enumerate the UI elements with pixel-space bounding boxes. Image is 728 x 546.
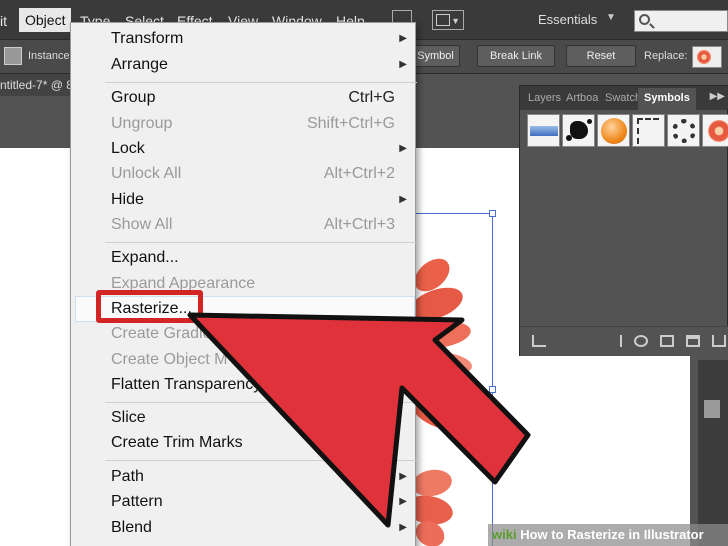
menu-item-lock[interactable]: Lock (111, 140, 145, 158)
symbol-ink-splat[interactable] (562, 114, 595, 147)
search-input[interactable] (634, 10, 728, 32)
menu-separator (105, 460, 417, 461)
flower-icon (697, 50, 711, 64)
shortcut-unlock-all: Alt+Ctrl+2 (323, 165, 395, 182)
delete-symbol-icon[interactable] (712, 335, 726, 347)
panel-tab-bar: Layers Artboa Swatch Symbols ▶▶ (520, 86, 728, 110)
symbols-panel: Layers Artboa Swatch Symbols ▶▶ (519, 85, 728, 356)
reset-button[interactable]: Reset (566, 45, 636, 67)
symbol-orange-button[interactable] (597, 114, 630, 147)
menu-item-create-gradient-mesh[interactable]: Create Gradie (111, 325, 212, 343)
symbol-dashed-frame[interactable] (632, 114, 665, 147)
place-symbol-icon[interactable] (608, 335, 622, 347)
menu-item-slice[interactable]: Slice (111, 409, 146, 427)
menu-separator (105, 242, 417, 243)
watermark-title: How to Rasterize in Illustrator (520, 527, 704, 542)
tab-symbols[interactable]: Symbols (638, 88, 696, 110)
edit-symbol-button[interactable]: Symbol (412, 45, 460, 67)
menu-item-arrange[interactable]: Arrange (111, 56, 168, 74)
menu-separator (105, 82, 417, 83)
resize-handle[interactable] (489, 210, 496, 217)
symbol-blue-bar[interactable] (527, 114, 560, 147)
menu-item-create-trim-marks[interactable]: Create Trim Marks (111, 434, 243, 452)
tab-swatches[interactable]: Swatch (605, 92, 641, 104)
vertical-scrollbar[interactable] (698, 360, 728, 546)
submenu-arrow-icon: ▶ (399, 522, 407, 533)
submenu-arrow-icon: ▶ (399, 471, 407, 482)
menu-item-path[interactable]: Path (111, 468, 144, 486)
shortcut-show-all: Alt+Ctrl+3 (323, 216, 395, 233)
watermark-brand: wiki (492, 527, 517, 542)
panel-footer (520, 326, 728, 356)
break-link-icon[interactable] (634, 335, 648, 347)
shortcut-group: Ctrl+G (348, 89, 395, 106)
rasterize-highlight-box (96, 290, 203, 323)
object-menu-dropdown: Transform ▶ Arrange ▶ Group Ctrl+G Ungro… (70, 22, 417, 546)
search-icon (639, 14, 650, 25)
symbol-ring-wreath[interactable] (667, 114, 700, 147)
tab-layers[interactable]: Layers (528, 92, 561, 104)
submenu-arrow-icon: ▶ (399, 59, 407, 70)
menu-item-expand[interactable]: Expand... (111, 249, 179, 267)
panel-collapse-icon[interactable]: ▶▶ (710, 91, 725, 102)
menu-item-hide[interactable]: Hide (111, 191, 144, 209)
menu-item-unlock-all[interactable]: Unlock All (111, 165, 181, 183)
instance-label: Instance (28, 50, 70, 62)
watermark: wiki How to Rasterize in Illustrator (488, 524, 728, 546)
resize-handle[interactable] (489, 386, 496, 393)
replace-symbol-dropdown[interactable] (692, 46, 722, 68)
menu-item-show-all[interactable]: Show All (111, 216, 172, 234)
submenu-arrow-icon: ▶ (399, 496, 407, 507)
menu-item-flatten-transparency[interactable]: Flatten Transparency (111, 376, 261, 394)
shortcut-ungroup: Shift+Ctrl+G (306, 115, 395, 132)
symbol-options-icon[interactable] (660, 335, 674, 347)
chevron-down-icon[interactable]: ▼ (606, 12, 616, 23)
document-tab-label: ntitled-7* @ 8 (0, 78, 73, 92)
symbol-libraries-icon[interactable] (532, 335, 546, 347)
menu-item-group[interactable]: Group (111, 89, 155, 107)
menu-item-create-object-mosaic[interactable]: Create Object M (111, 351, 227, 369)
break-link-button[interactable]: Break Link (477, 45, 555, 67)
replace-label: Replace: (644, 50, 688, 62)
menu-edit[interactable]: it (0, 12, 7, 30)
menu-object[interactable]: Object (19, 8, 72, 32)
menu-separator (105, 402, 417, 403)
symbol-flower[interactable] (702, 114, 728, 147)
symbols-grid (525, 114, 728, 150)
symbol-instance-icon (4, 47, 22, 65)
workspace-switcher[interactable]: Essentials (538, 12, 597, 27)
scrollbar-thumb[interactable] (704, 400, 720, 418)
submenu-arrow-icon: ▶ (399, 33, 407, 44)
tab-artboards[interactable]: Artboa (566, 92, 598, 104)
submenu-arrow-icon: ▶ (399, 143, 407, 154)
menu-item-blend[interactable]: Blend (111, 519, 152, 537)
menu-item-ungroup[interactable]: Ungroup (111, 115, 172, 133)
menu-item-pattern[interactable]: Pattern (111, 493, 163, 511)
new-symbol-icon[interactable] (686, 335, 700, 347)
submenu-arrow-icon: ▶ (399, 194, 407, 205)
menu-item-transform[interactable]: Transform (111, 30, 183, 48)
arrange-documents-icon[interactable]: ▼ (432, 10, 464, 30)
